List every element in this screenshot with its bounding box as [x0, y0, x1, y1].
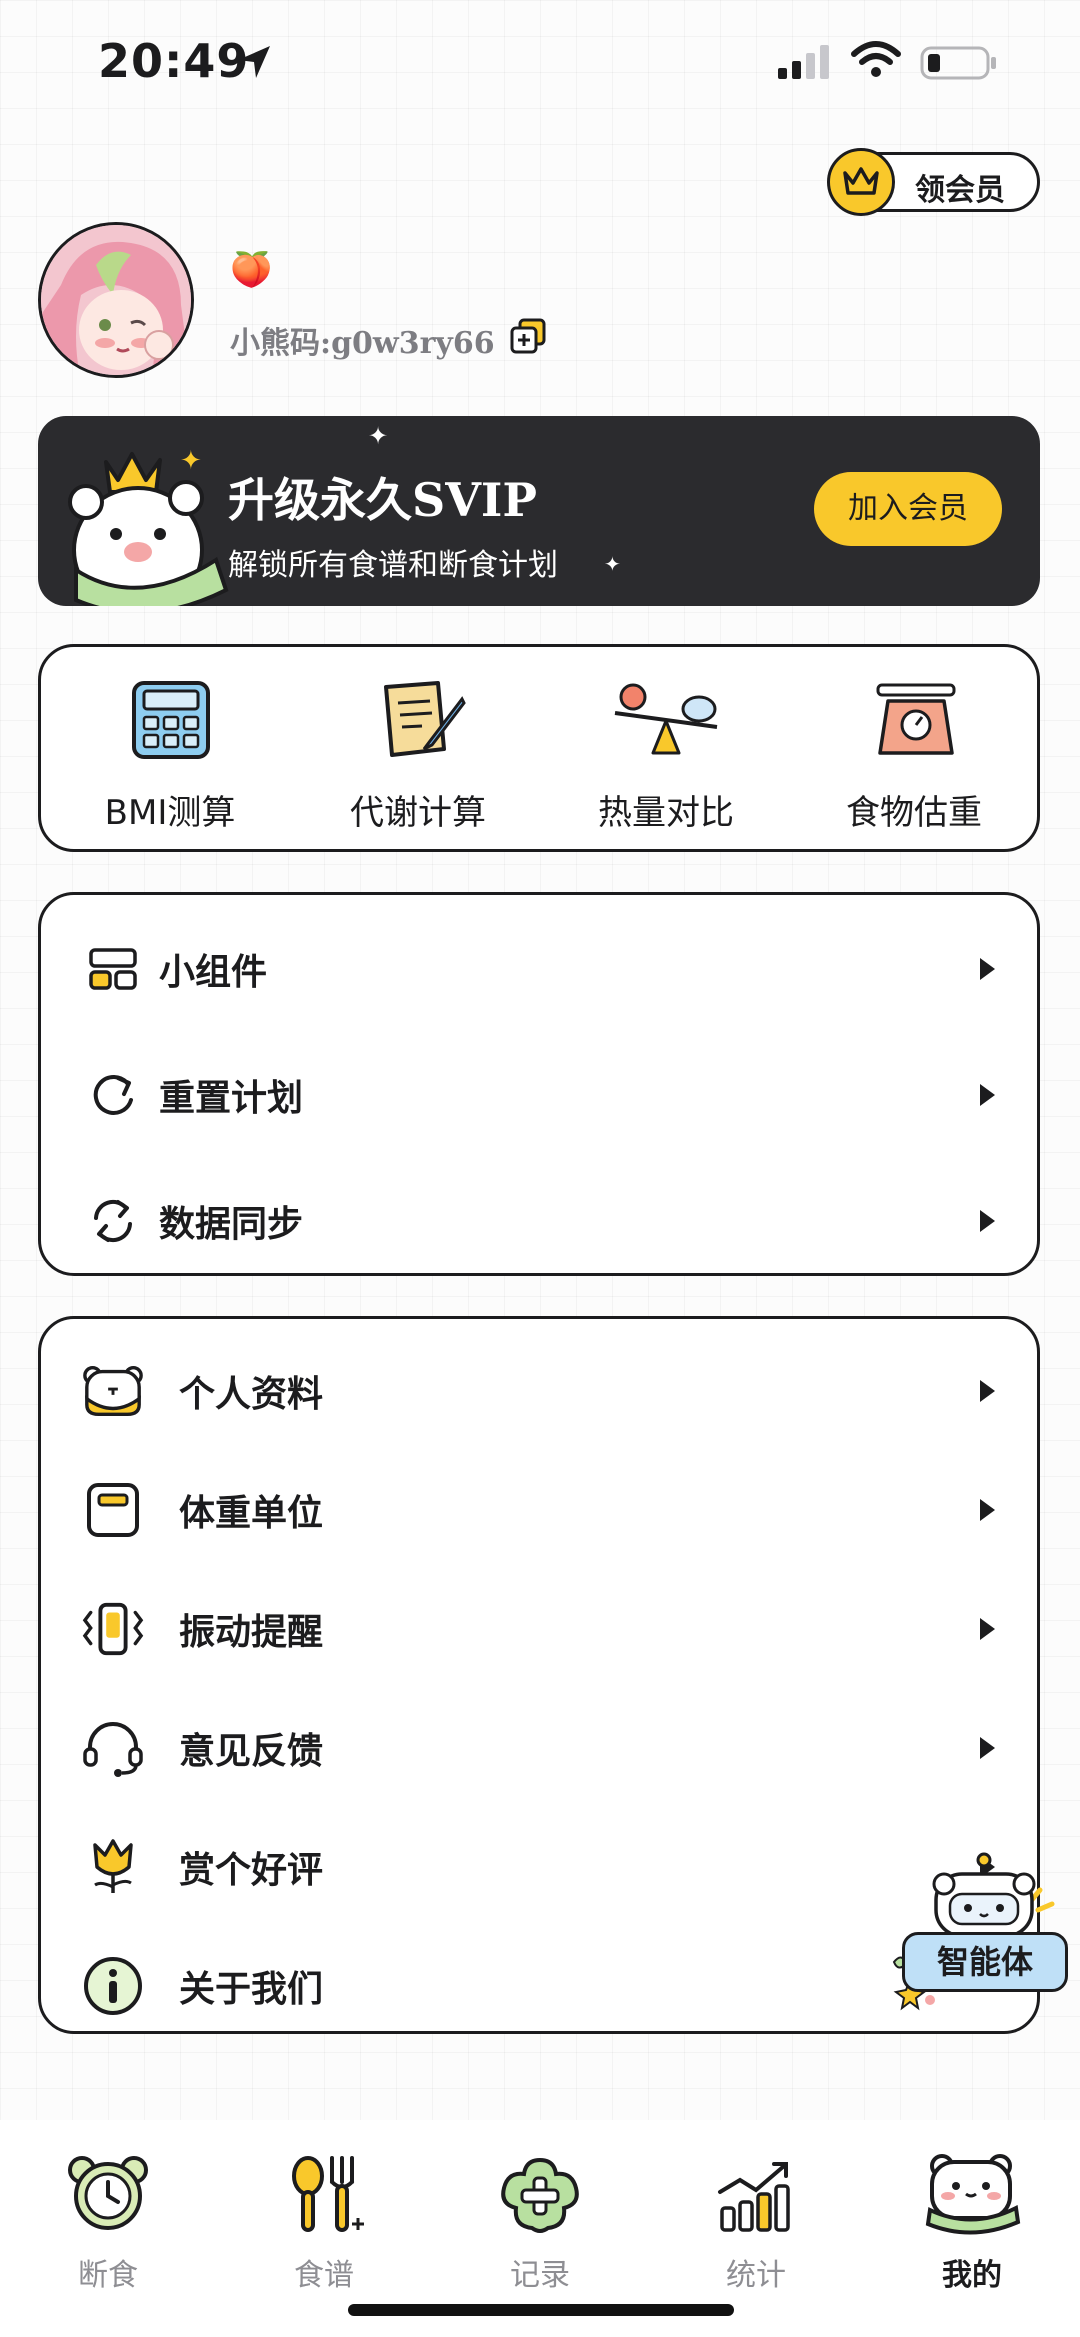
chevron-right-icon [980, 958, 995, 980]
utensils-icon [292, 2156, 364, 2232]
menu-label: 体重单位 [179, 1492, 324, 1534]
headset-icon [81, 1716, 145, 1780]
balance-scale-icon [614, 683, 718, 755]
menu-label: 数据同步 [159, 1203, 304, 1245]
tulip-icon [81, 1835, 145, 1899]
bear-profile-icon [81, 1359, 145, 1423]
svip-subtitle: 解锁所有食谱和断食计划 [228, 548, 558, 583]
bear-king-icon [56, 440, 236, 606]
calculator-icon [132, 681, 210, 759]
tab-label: 食谱 [294, 2258, 354, 2293]
scale-icon [81, 1478, 145, 1542]
ai-agent-text: 智能体 [936, 1943, 1033, 1981]
tool-food-weight[interactable]: 食物估重 [789, 647, 1039, 851]
copy-icon[interactable] [508, 316, 548, 360]
tab-recipes[interactable]: 食谱 [216, 2140, 432, 2293]
menu-item-widget[interactable]: 小组件 [41, 909, 1037, 1029]
menu-item-weight-unit[interactable]: 体重单位 [41, 1450, 1037, 1570]
menu-label: 意见反馈 [179, 1730, 324, 1772]
sync-icon [81, 1189, 145, 1253]
avatar[interactable] [38, 222, 194, 378]
join-member-button[interactable]: 加入会员 [814, 472, 1002, 546]
sparkle-icon: ✦ [604, 552, 621, 576]
chevron-right-icon [980, 1210, 995, 1232]
menu-item-reset-plan[interactable]: 重置计划 [41, 1035, 1037, 1155]
vibration-icon [81, 1597, 145, 1661]
menu-item-data-sync[interactable]: 数据同步 [41, 1161, 1037, 1281]
tab-label: 断食 [78, 2258, 138, 2293]
tab-record[interactable]: 记录 [432, 2140, 648, 2293]
tool-label: 热量对比 [598, 793, 734, 833]
tab-label: 我的 [942, 2258, 1002, 2293]
status-time: 20:49 [98, 34, 250, 88]
alarm-clock-icon [68, 2156, 148, 2230]
home-indicator [348, 2304, 734, 2316]
crown-icon [827, 148, 895, 216]
tool-bmi[interactable]: BMI测算 [45, 647, 295, 851]
menu-item-feedback[interactable]: 意见反馈 [41, 1688, 1037, 1808]
menu-label: 关于我们 [179, 1968, 324, 2010]
tab-label: 记录 [510, 2258, 570, 2293]
location-arrow-icon [234, 42, 274, 86]
chevron-right-icon [980, 1618, 995, 1640]
tool-calorie-compare[interactable]: 热量对比 [541, 647, 791, 851]
menu-item-profile[interactable]: 个人资料 [41, 1331, 1037, 1451]
chevron-right-icon [980, 1084, 995, 1106]
refresh-icon [81, 1063, 145, 1127]
svip-title: 升级永久SVIP [228, 473, 538, 527]
menu-label: 振动提醒 [179, 1611, 324, 1653]
tab-fasting[interactable]: 断食 [0, 2140, 216, 2293]
menu-label: 个人资料 [179, 1373, 324, 1415]
cellular-signal-icon [776, 44, 836, 84]
tool-label: 食物估重 [846, 793, 982, 833]
sparkle-icon: ✦ [368, 422, 389, 450]
widget-icon [81, 937, 145, 1001]
bear-face-icon [925, 2154, 1021, 2235]
tools-card: BMI测算 代谢计算 热量对比 食物估重 [38, 644, 1040, 852]
tool-label: 代谢计算 [350, 793, 486, 833]
chevron-right-icon [980, 1499, 995, 1521]
settings-group-1: 小组件 重置计划 数据同步 [38, 892, 1040, 1276]
menu-item-vibration[interactable]: 振动提醒 [41, 1569, 1037, 1689]
tool-label: BMI测算 [104, 793, 236, 833]
tab-statistics[interactable]: 统计 [648, 2140, 864, 2293]
tab-mine[interactable]: 我的 [864, 2140, 1080, 2293]
sparkle-icon: ✦ [180, 446, 202, 476]
plus-clover-icon [501, 2157, 579, 2233]
menu-label: 赏个好评 [179, 1849, 324, 1891]
ai-agent-label: 智能体 [902, 1932, 1068, 1992]
svip-banner[interactable]: ✦ ✦ ✦ 升级永久SVIP 解锁所有食谱和断食计划 加入会员 [38, 416, 1040, 606]
document-pen-icon [384, 681, 466, 757]
user-code: 小熊码:g0w3ry66 [230, 326, 495, 361]
info-icon [81, 1954, 145, 2018]
get-vip-button[interactable]: 领会员 [827, 148, 1040, 216]
chevron-right-icon [980, 1380, 995, 1402]
chevron-right-icon [980, 1737, 995, 1759]
menu-label: 小组件 [159, 951, 268, 993]
tab-label: 统计 [726, 2258, 786, 2293]
profile-emoji: 🍑 [230, 250, 273, 290]
kitchen-scale-icon [876, 683, 956, 755]
get-vip-label: 领会员 [915, 173, 1005, 208]
battery-icon [920, 46, 1000, 84]
wifi-icon [850, 40, 902, 84]
ai-agent-button[interactable]: 智能体 [880, 1846, 1076, 2012]
menu-label: 重置计划 [159, 1077, 304, 1119]
chart-icon [718, 2162, 790, 2232]
tool-metabolism[interactable]: 代谢计算 [293, 647, 543, 851]
